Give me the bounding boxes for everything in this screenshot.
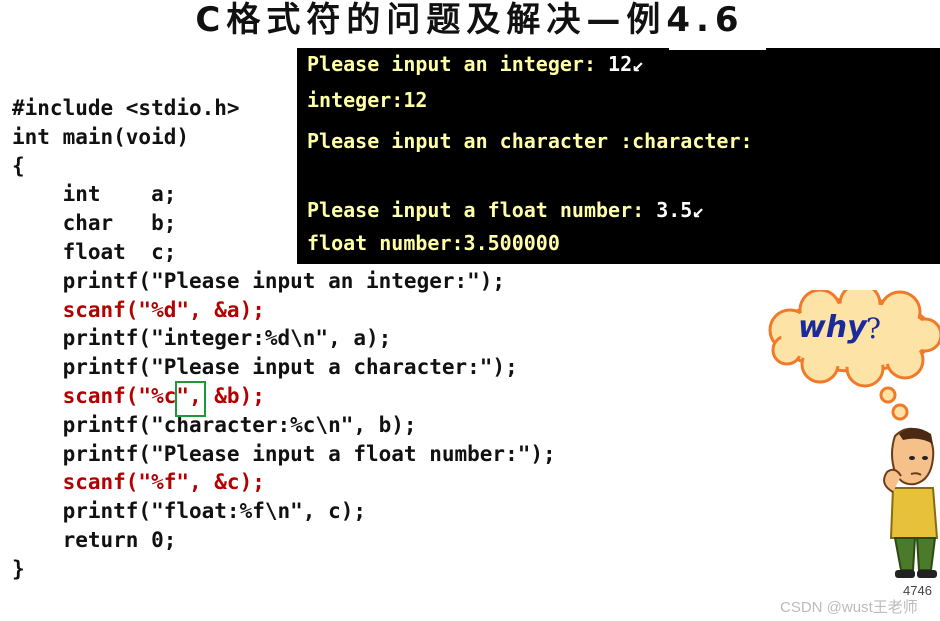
console-line: integer:12 [307,88,428,112]
format-specifier-highlight [175,381,206,417]
watermark: CSDN @wust王老师 [780,599,918,616]
question-mark: ? [866,312,882,345]
code-line-scanf: scanf("%f", &c); [12,470,265,495]
code-line: printf("character:%c\n", b); [12,412,417,437]
code-line: printf("Please input a float number:"); [12,441,556,466]
console-edge-gap [669,46,766,50]
thinking-person-icon [883,403,939,578]
console-prompt: Please input an integer: [307,52,596,76]
code-line: printf("Please input a character:"); [12,355,518,380]
console-input: 12↙ [608,52,645,76]
code-line: } [12,556,25,581]
code-line: printf("float:%f\n", c); [12,499,367,524]
slide-title: C格式符的问题及解决—例4.6 [195,0,745,40]
code-line: return 0; [12,527,177,552]
console-prompt: Please input an character : [307,129,633,153]
console-line: Please input an integer: 12↙ [307,52,644,76]
console-prompt: Please input a float number: [307,198,645,222]
console-output: Please input an integer: 12↙ integer:12 … [297,48,940,264]
console-input: 3.5↙ [656,198,705,222]
code-line: printf("integer:%d\n", a); [12,326,392,351]
code-line: printf("Please input an integer:"); [12,268,506,293]
code-line-scanf: scanf("%d", &a); [12,297,265,322]
console-line: Please input a float number: 3.5↙ [307,198,704,222]
console-output-text: character: [632,129,753,153]
console-line: float number:3.500000 [307,231,560,255]
code-line-scanf: scanf("%c", &b); [12,383,265,408]
why-label: why [798,310,867,345]
console-line: Please input an character :character: [307,129,753,153]
